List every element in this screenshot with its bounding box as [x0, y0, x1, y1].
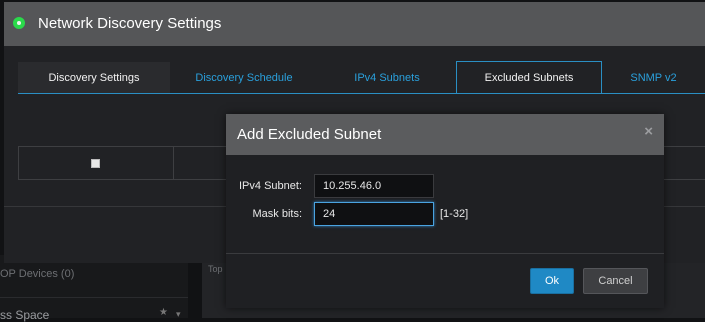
tab-bar: Discovery Settings Discovery Schedule IP… [18, 61, 705, 94]
column-divider [173, 147, 174, 180]
add-excluded-subnet-dialog: Add Excluded Subnet × IPv4 Subnet: Mask … [226, 114, 664, 308]
select-row-checkbox[interactable] [91, 159, 100, 168]
dialog-header: Add Excluded Subnet × [226, 114, 664, 155]
status-dot-icon [13, 17, 25, 29]
background-divider [0, 297, 188, 298]
tab-excluded-subnets[interactable]: Excluded Subnets [456, 61, 602, 94]
star-icon: ★ [159, 307, 168, 318]
cancel-button[interactable]: Cancel [583, 268, 648, 294]
background-sidebar-item: OP Devices (0) [0, 268, 75, 280]
tab-snmp-v2[interactable]: SNMP v2 [602, 62, 705, 94]
tab-ipv4-subnets[interactable]: IPv4 Subnets [318, 62, 456, 94]
window-header: Network Discovery Settings [4, 2, 705, 46]
mask-bits-range-hint: [1-32] [440, 208, 469, 220]
dialog-title: Add Excluded Subnet [237, 126, 382, 143]
window-title: Network Discovery Settings [38, 15, 222, 32]
dialog-footer-divider [226, 253, 664, 254]
ipv4-subnet-input[interactable] [314, 174, 434, 198]
mask-bits-input[interactable] [314, 202, 434, 226]
background-panel-label: Top [208, 264, 223, 274]
tab-discovery-settings[interactable]: Discovery Settings [18, 62, 170, 94]
background-sidebar-heading: ss Space [0, 308, 50, 322]
mask-bits-label: Mask bits: [252, 208, 302, 220]
ipv4-subnet-label: IPv4 Subnet: [239, 180, 302, 192]
tab-underline [18, 93, 705, 94]
chevron-down-icon: ▾ [176, 309, 181, 319]
ok-button[interactable]: Ok [530, 268, 574, 294]
tab-discovery-schedule[interactable]: Discovery Schedule [170, 62, 318, 94]
close-icon[interactable]: × [644, 123, 653, 140]
